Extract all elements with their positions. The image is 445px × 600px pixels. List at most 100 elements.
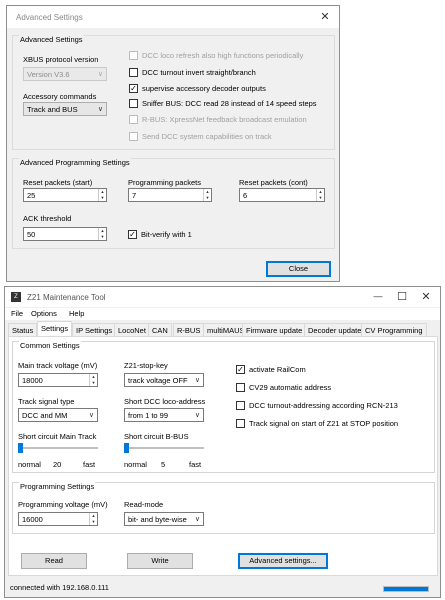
dialog-title: Advanced Settings — [16, 13, 83, 22]
z21-main-window: Z Z21 Maintenance Tool — ☐ ✕ File Option… — [4, 286, 441, 598]
checkbox-label: supervise accessory decoder outputs — [142, 84, 266, 93]
check-mark-icon: ✓ — [128, 230, 137, 239]
menu-bar: File Options Help — [5, 308, 440, 320]
short-main-slider[interactable] — [18, 442, 98, 456]
spinner-arrows-icon[interactable]: ▲ ▼ — [98, 228, 106, 240]
group-title: Advanced Settings — [19, 35, 84, 44]
status-text: connected with 192.168.0.111 — [10, 583, 109, 592]
spinner-arrows-icon[interactable]: ▲ ▼ — [89, 374, 97, 386]
short-dcc-select[interactable]: from 1 to 99 ∨ — [124, 408, 204, 422]
checkbox-label: Track signal on start of Z21 at STOP pos… — [249, 419, 399, 428]
checkbox-label: Sniffer BUS: DCC read 28 instead of 14 s… — [142, 99, 317, 108]
advanced-settings-dialog: Advanced Settings ✕ Advanced Settings XB… — [6, 5, 340, 282]
tab-status[interactable]: Status — [8, 323, 38, 336]
tab-rbus[interactable]: R-BUS — [173, 323, 205, 336]
check-mark-icon: ✓ — [129, 84, 138, 93]
checkbox-box — [129, 132, 138, 141]
input-value: 6 — [243, 191, 248, 200]
read-mode-select[interactable]: bit- and byte-wise ∨ — [124, 512, 204, 526]
short-bbus-slider[interactable] — [124, 442, 204, 456]
accessory-commands-select[interactable]: Track and BUS ∨ — [23, 102, 107, 116]
reset-cont-input[interactable]: 6 ▲ ▼ — [239, 188, 325, 202]
checkbox-label: DCC loco refresh also high functions per… — [142, 51, 304, 60]
menu-options[interactable]: Options — [31, 309, 57, 318]
checkbox-label: CV29 automatic address — [249, 383, 332, 392]
close-icon[interactable]: ✕ — [416, 290, 436, 303]
short-bbus-label: Short circuit B-BUS — [124, 432, 189, 441]
read-button[interactable]: Read — [21, 553, 87, 569]
accessory-label: Accessory commands — [23, 92, 97, 101]
tab-ip-settings[interactable]: IP Settings — [72, 323, 117, 336]
write-button[interactable]: Write — [127, 553, 193, 569]
connection-progress-bar — [383, 586, 429, 592]
advanced-settings-button[interactable]: Advanced settings... — [238, 553, 328, 569]
short-dcc-label: Short DCC loco-address — [124, 397, 206, 406]
programming-packets-label: Programming packets — [128, 178, 201, 187]
tab-loconet[interactable]: LocoNet — [114, 323, 150, 336]
group-title: Programming Settings — [19, 482, 96, 491]
status-bar: connected with 192.168.0.111 — [5, 580, 440, 597]
spinner-arrows-icon[interactable]: ▲ ▼ — [203, 189, 211, 201]
tab-settings[interactable]: Settings — [37, 321, 73, 336]
checkbox-label: activate RailCom — [249, 365, 306, 374]
slider-track — [18, 447, 98, 449]
tick-label: normal — [124, 460, 147, 469]
spinner-arrows-icon[interactable]: ▲ ▼ — [98, 189, 106, 201]
reset-start-label: Reset packets (start) — [23, 178, 93, 187]
chevron-down-icon: ∨ — [194, 516, 200, 523]
tab-decoder-update[interactable]: Decoder update — [304, 323, 366, 336]
main-title: Z21 Maintenance Tool — [27, 293, 106, 302]
checkbox-label: DCC turnout-addressing according RCN-213 — [249, 401, 398, 410]
main-voltage-input[interactable]: 18000 ▲ ▼ — [18, 373, 98, 387]
slider-thumb[interactable] — [18, 443, 23, 453]
checkbox-box — [236, 419, 245, 428]
checkbox-box — [129, 51, 138, 60]
spinner-arrows-icon[interactable]: ▲ ▼ — [316, 189, 324, 201]
input-value: 18000 — [22, 376, 43, 385]
spinner-arrows-icon[interactable]: ▲ ▼ — [89, 513, 97, 525]
programming-packets-input[interactable]: 7 ▲ ▼ — [128, 188, 212, 202]
tab-strip: Status Settings IP Settings LocoNet CAN … — [8, 321, 438, 336]
close-button[interactable]: Close — [266, 261, 331, 277]
chevron-down-icon: ∨ — [194, 377, 200, 384]
reset-start-input[interactable]: 25 ▲ ▼ — [23, 188, 107, 202]
tab-firmware-update[interactable]: Firmware update — [242, 323, 307, 336]
programming-voltage-input[interactable]: 16000 ▲ ▼ — [18, 512, 98, 526]
checkbox-label: DCC turnout invert straight/branch — [142, 68, 256, 77]
close-icon[interactable]: ✕ — [315, 10, 335, 23]
select-value: DCC and MM — [22, 411, 68, 420]
track-signal-label: Track signal type — [18, 397, 75, 406]
checkbox-box — [236, 383, 245, 392]
group-title: Advanced Programming Settings — [19, 158, 131, 167]
chevron-down-icon: ∨ — [194, 412, 200, 419]
slider-thumb[interactable] — [124, 443, 129, 453]
menu-help[interactable]: Help — [69, 309, 84, 318]
maximize-icon[interactable]: ☐ — [392, 290, 412, 303]
advanced-programming-group: Advanced Programming Settings Reset pack… — [12, 158, 335, 249]
programming-settings-group: Programming Settings Programming voltage… — [12, 482, 435, 534]
checkbox-label: Bit-verify with 1 — [141, 230, 192, 239]
advanced-settings-group: Advanced Settings XBUS protocol version … — [12, 35, 335, 150]
checkbox-box — [129, 115, 138, 124]
xbus-label: XBUS protocol version — [23, 55, 99, 64]
check-mark-icon: ✓ — [236, 365, 245, 374]
tick-label: fast — [83, 460, 96, 469]
menu-file[interactable]: File — [11, 309, 23, 318]
tab-can[interactable]: CAN — [148, 323, 172, 336]
group-title: Common Settings — [19, 341, 81, 350]
minimize-icon[interactable]: — — [368, 291, 388, 301]
chevron-down-icon: ∨ — [97, 106, 103, 113]
track-signal-select[interactable]: DCC and MM ∨ — [18, 408, 98, 422]
checkbox-box — [236, 401, 245, 410]
checkbox-box — [129, 68, 138, 77]
read-mode-label: Read-mode — [124, 500, 164, 509]
stop-key-select[interactable]: track voltage OFF ∨ — [124, 373, 204, 387]
app-icon: Z — [11, 292, 21, 302]
programming-voltage-label: Programming voltage (mV) — [18, 500, 108, 509]
xbus-protocol-select[interactable]: Version V3.6 ∨ — [23, 67, 107, 81]
tab-cv-programming[interactable]: CV Programming — [361, 323, 427, 336]
progress-fill — [384, 587, 428, 591]
dialog-titlebar: Advanced Settings ✕ — [7, 6, 339, 28]
tick-label: 20 — [53, 460, 62, 469]
ack-threshold-input[interactable]: 50 ▲ ▼ — [23, 227, 107, 241]
